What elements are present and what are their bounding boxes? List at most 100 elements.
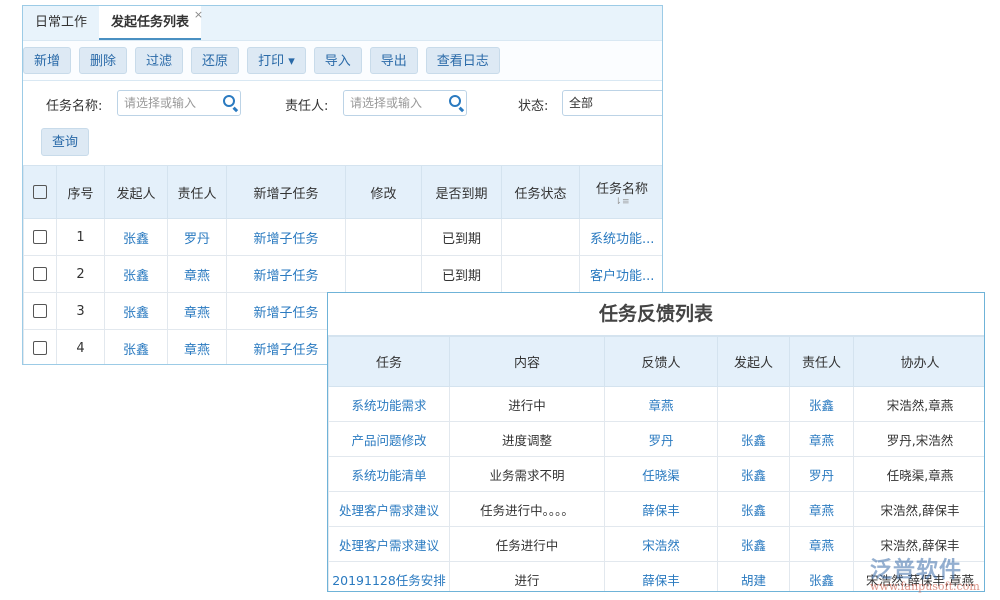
row-checkbox[interactable]: [24, 293, 57, 330]
table-cell[interactable]: 罗丹: [790, 457, 854, 492]
table-cell: 宋浩然,薛保丰: [854, 527, 986, 562]
table-cell[interactable]: 处理客户需求建议: [329, 492, 450, 527]
filter-button[interactable]: 过滤: [135, 47, 183, 74]
table-cell[interactable]: 薛保丰: [605, 492, 718, 527]
table-cell: 进行: [450, 562, 605, 593]
table-cell[interactable]: 系统功能清单: [329, 457, 450, 492]
add-button[interactable]: 新增: [23, 47, 71, 74]
col-header: 修改: [346, 166, 422, 219]
table-cell[interactable]: 宋浩然: [605, 527, 718, 562]
col-header: 发起人: [105, 166, 168, 219]
table-cell[interactable]: 新增子任务: [227, 256, 346, 293]
table-cell[interactable]: 张鑫: [105, 256, 168, 293]
view-log-button[interactable]: 查看日志: [426, 47, 500, 74]
table-cell[interactable]: 章燕: [168, 256, 227, 293]
status-select[interactable]: 全部: [562, 90, 663, 116]
delete-button[interactable]: 删除: [79, 47, 127, 74]
table-cell[interactable]: 张鑫: [718, 422, 790, 457]
sort-icon[interactable]: ⇂≡: [580, 197, 663, 207]
table-cell[interactable]: 张鑫: [790, 387, 854, 422]
table-cell[interactable]: 张鑫: [790, 562, 854, 593]
table-cell: 进度调整: [450, 422, 605, 457]
table-cell: [502, 219, 580, 256]
tab-task-list[interactable]: 发起任务列表 ×: [99, 5, 201, 40]
table-cell: 任务进行中。。。。: [450, 492, 605, 527]
close-icon[interactable]: ×: [194, 5, 203, 32]
col-header: 任务: [329, 337, 450, 387]
table-cell: [346, 256, 422, 293]
placeholder: 请选择或输入: [124, 96, 196, 110]
table-cell[interactable]: 罗丹: [605, 422, 718, 457]
table-cell[interactable]: 客户功能...: [580, 256, 664, 293]
table-cell[interactable]: 张鑫: [105, 330, 168, 366]
table-cell[interactable]: 张鑫: [105, 293, 168, 330]
table-cell[interactable]: 薛保丰: [605, 562, 718, 593]
table-cell: 任务进行中: [450, 527, 605, 562]
table-cell[interactable]: 章燕: [790, 527, 854, 562]
table-cell: 2: [57, 256, 105, 293]
col-header: 反馈人: [605, 337, 718, 387]
table-cell: [346, 219, 422, 256]
table-cell[interactable]: 产品问题修改: [329, 422, 450, 457]
owner-label: 责任人:: [285, 95, 328, 114]
col-header: 序号: [57, 166, 105, 219]
table-cell: 罗丹,宋浩然: [854, 422, 986, 457]
print-button[interactable]: 打印 ▾: [247, 47, 306, 74]
table-cell[interactable]: 章燕: [168, 293, 227, 330]
table-cell[interactable]: 任晓渠: [605, 457, 718, 492]
table-cell: 进行中: [450, 387, 605, 422]
row-checkbox[interactable]: [24, 219, 57, 256]
placeholder: 请选择或输入: [350, 96, 422, 110]
table-cell[interactable]: 章燕: [605, 387, 718, 422]
table-cell: 已到期: [422, 256, 502, 293]
select-all-checkbox[interactable]: [24, 166, 57, 219]
table-cell[interactable]: 张鑫: [718, 527, 790, 562]
table-cell: 宋浩然,章燕: [854, 387, 986, 422]
tab-daily-work[interactable]: 日常工作: [23, 5, 99, 40]
table-row: 处理客户需求建议任务进行中宋浩然张鑫章燕宋浩然,薛保丰: [329, 527, 986, 562]
row-checkbox[interactable]: [24, 256, 57, 293]
table-cell[interactable]: 章燕: [790, 422, 854, 457]
col-header: 发起人: [718, 337, 790, 387]
owner-input[interactable]: 请选择或输入: [343, 90, 467, 116]
table-row: 1张鑫罗丹新增子任务已到期系统功能...: [24, 219, 664, 256]
table-cell: 1: [57, 219, 105, 256]
table-cell[interactable]: 张鑫: [718, 457, 790, 492]
search-icon[interactable]: [223, 95, 235, 107]
table-cell[interactable]: 系统功能...: [580, 219, 664, 256]
table-cell[interactable]: 罗丹: [168, 219, 227, 256]
table-cell[interactable]: 系统功能需求: [329, 387, 450, 422]
search-icon[interactable]: [449, 95, 461, 107]
table-cell[interactable]: [718, 387, 790, 422]
header-label: 任务名称: [580, 178, 663, 197]
table-cell[interactable]: 章燕: [790, 492, 854, 527]
table-header: 任务内容反馈人发起人责任人协办人: [329, 337, 986, 387]
table-cell: 宋浩然,薛保丰: [854, 492, 986, 527]
table-cell[interactable]: 处理客户需求建议: [329, 527, 450, 562]
table-row: 系统功能需求进行中章燕 张鑫宋浩然,章燕: [329, 387, 986, 422]
table-cell[interactable]: 胡建: [718, 562, 790, 593]
query-button[interactable]: 查询: [41, 128, 89, 156]
col-header: 内容: [450, 337, 605, 387]
table-cell[interactable]: 新增子任务: [227, 219, 346, 256]
table-cell[interactable]: 20191128任务安排: [329, 562, 450, 593]
table-cell[interactable]: 章燕: [168, 330, 227, 366]
export-button[interactable]: 导出: [370, 47, 418, 74]
table-row: 20191128任务安排进行薛保丰胡建张鑫宋浩然,薛保丰,章燕: [329, 562, 986, 593]
toolbar: 新增 删除 过滤 还原 打印 ▾ 导入 导出 查看日志: [23, 41, 662, 81]
col-header: 责任人: [790, 337, 854, 387]
table-row: 产品问题修改进度调整罗丹张鑫章燕罗丹,宋浩然: [329, 422, 986, 457]
table-row: 处理客户需求建议任务进行中。。。。薛保丰张鑫章燕宋浩然,薛保丰: [329, 492, 986, 527]
col-header-task-name[interactable]: 任务名称⇂≡: [580, 166, 664, 219]
feedback-table: 任务内容反馈人发起人责任人协办人 系统功能需求进行中章燕张鑫宋浩然,章燕产品问题…: [328, 336, 985, 592]
table-cell[interactable]: 张鑫: [105, 219, 168, 256]
table-row: 2张鑫章燕新增子任务 已到期 客户功能...: [24, 256, 664, 293]
task-name-input[interactable]: 请选择或输入: [117, 90, 241, 116]
table-cell: 业务需求不明: [450, 457, 605, 492]
tab-label: 发起任务列表: [111, 15, 189, 30]
import-button[interactable]: 导入: [314, 47, 362, 74]
row-checkbox[interactable]: [24, 330, 57, 366]
restore-button[interactable]: 还原: [191, 47, 239, 74]
table-cell[interactable]: 张鑫: [718, 492, 790, 527]
col-header: 任务状态: [502, 166, 580, 219]
